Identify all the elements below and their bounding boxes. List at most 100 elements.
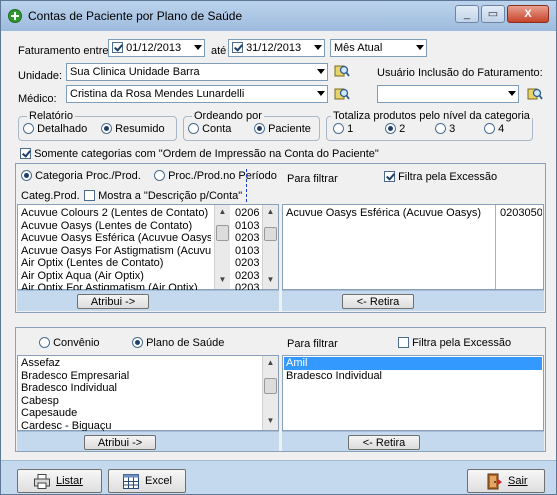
date-end-dropdown-icon[interactable] bbox=[314, 45, 322, 50]
planos-scrollbar[interactable]: ▲ ▼ bbox=[262, 356, 278, 430]
usuario-dropdown-icon[interactable] bbox=[508, 91, 516, 96]
ordenando-paciente-option[interactable]: Paciente bbox=[254, 123, 311, 135]
periodo-mode-radio[interactable] bbox=[154, 170, 165, 181]
categoria-item-code[interactable]: 0206 bbox=[235, 207, 261, 220]
mostra-descricao-label: Mostra a "Descrição p/Conta" bbox=[98, 190, 243, 202]
sair-button[interactable]: Sair bbox=[467, 469, 545, 493]
period-select[interactable]: Mês Atual bbox=[330, 39, 427, 57]
planos-selected-list[interactable]: Amil Bradesco Individual bbox=[282, 355, 544, 431]
date-start-field[interactable]: 01/12/2013 bbox=[108, 39, 205, 57]
retira-plano-button[interactable]: <- Retira bbox=[348, 435, 420, 450]
excel-button[interactable]: Excel bbox=[108, 469, 186, 493]
medico-select[interactable]: Cristina da Rosa Mendes Lunardelli bbox=[66, 85, 328, 103]
categoria-item[interactable]: Acuvue Oasys (Lentes de Contato) bbox=[21, 220, 211, 233]
close-button[interactable]: X bbox=[507, 5, 549, 23]
relatorio-resumido-option[interactable]: Resumido bbox=[101, 123, 165, 135]
filtra-excecao-option[interactable]: Filtra pela Excessão bbox=[384, 171, 497, 183]
maximize-button[interactable]: ▭ bbox=[481, 5, 505, 23]
atribui-plano-button[interactable]: Atribui -> bbox=[84, 435, 156, 450]
plano-item[interactable]: Capesaude bbox=[21, 407, 259, 420]
periodo-mode-option[interactable]: Proc./Prod.no Período bbox=[154, 170, 277, 182]
date-start-checkbox[interactable] bbox=[112, 42, 123, 53]
minimize-button[interactable]: _ bbox=[455, 5, 479, 23]
retira-categoria-button[interactable]: <- Retira bbox=[342, 294, 414, 309]
categoria-item-code[interactable]: 0203 bbox=[235, 257, 261, 270]
planos-scroll-down-icon[interactable]: ▼ bbox=[263, 414, 278, 428]
mostra-descricao-checkbox[interactable] bbox=[84, 190, 95, 201]
codes-scroll-up-icon[interactable]: ▲ bbox=[263, 205, 278, 219]
unidade-select[interactable]: Sua Clinica Unidade Barra bbox=[66, 63, 328, 81]
date-end-checkbox[interactable] bbox=[232, 42, 243, 53]
scroll-up-icon[interactable]: ▲ bbox=[215, 205, 230, 219]
convenio-radio[interactable] bbox=[39, 337, 50, 348]
relatorio-detalhado-option[interactable]: Detalhado bbox=[23, 123, 87, 135]
period-dropdown-icon[interactable] bbox=[416, 45, 424, 50]
categorias-selected-list[interactable]: Acuvue Oasys Esférica (Acuvue Oasys) 0203… bbox=[282, 204, 544, 290]
plano-item[interactable]: Bradesco Individual bbox=[21, 382, 259, 395]
categoria-item[interactable]: Air Optix Aqua (Air Optix) bbox=[21, 270, 211, 283]
categoria-item-code[interactable]: 0103 bbox=[235, 220, 261, 233]
selected-categoria-item[interactable]: Acuvue Oasys Esférica (Acuvue Oasys) bbox=[286, 207, 491, 220]
convenio-option[interactable]: Convênio bbox=[39, 337, 100, 349]
totaliza-2-option[interactable]: 2 bbox=[385, 123, 405, 135]
categoria-mode-option[interactable]: Categoria Proc./Prod. bbox=[21, 170, 141, 182]
scroll-thumb[interactable] bbox=[216, 225, 229, 241]
categoria-item-code[interactable]: 0203 bbox=[235, 270, 261, 283]
convenio-label: Convênio bbox=[53, 337, 100, 349]
categorias-list[interactable]: Acuvue Colours 2 (Lentes de Contato) 0206… bbox=[17, 204, 279, 294]
ordenando-conta-option[interactable]: Conta bbox=[188, 123, 231, 135]
totaliza-2-radio[interactable] bbox=[385, 123, 396, 134]
codes-scroll-down-icon[interactable]: ▼ bbox=[263, 273, 278, 287]
atribui-categoria-button[interactable]: Atribui -> bbox=[77, 294, 149, 309]
listar-button[interactable]: Listar bbox=[17, 469, 102, 493]
categoria-item-code[interactable]: 0203 bbox=[235, 232, 261, 245]
planos-filtra-excecao-option[interactable]: Filtra pela Excessão bbox=[398, 337, 511, 349]
unidade-dropdown-icon[interactable] bbox=[317, 69, 325, 74]
usuario-select[interactable] bbox=[377, 85, 519, 103]
planos-scroll-up-icon[interactable]: ▲ bbox=[263, 356, 278, 370]
categoria-item[interactable]: Acuvue Oasys Esférica (Acuvue Oasys) bbox=[21, 232, 211, 245]
categoria-item[interactable]: Air Optix (Lentes de Contato) bbox=[21, 257, 211, 270]
categoria-item[interactable]: Acuvue Colours 2 (Lentes de Contato) bbox=[21, 207, 211, 220]
totaliza-3-option[interactable]: 3 bbox=[435, 123, 455, 135]
usuario-search-icon[interactable] bbox=[527, 86, 543, 102]
totaliza-1-radio[interactable] bbox=[333, 123, 344, 134]
medico-label: Médico: bbox=[18, 93, 57, 105]
planos-list[interactable]: Assefaz Bradesco Empresarial Bradesco Indi… bbox=[17, 355, 279, 432]
mostra-descricao-option[interactable]: Mostra a "Descrição p/Conta" bbox=[84, 190, 242, 202]
medico-search-icon[interactable] bbox=[334, 86, 350, 102]
plano-item[interactable]: Assefaz bbox=[21, 357, 259, 370]
plano-saude-option[interactable]: Plano de Saúde bbox=[132, 337, 224, 349]
plano-item[interactable]: Cabesp bbox=[21, 395, 259, 408]
totaliza-3-label: 3 bbox=[449, 123, 456, 135]
relatorio-detalhado-radio[interactable] bbox=[23, 123, 34, 134]
totaliza-1-option[interactable]: 1 bbox=[333, 123, 353, 135]
planos-scroll-thumb[interactable] bbox=[264, 378, 277, 394]
relatorio-resumido-radio[interactable] bbox=[101, 123, 112, 134]
medico-dropdown-icon[interactable] bbox=[317, 91, 325, 96]
categoria-item-code[interactable]: 0103 bbox=[235, 245, 261, 258]
totaliza-4-radio[interactable] bbox=[484, 123, 495, 134]
somente-categorias-option[interactable]: Somente categorias com "Ordem de Impress… bbox=[20, 148, 379, 160]
unidade-search-icon[interactable] bbox=[334, 63, 350, 79]
selected-plano-item[interactable]: Bradesco Individual bbox=[284, 370, 542, 383]
scroll-down-icon[interactable]: ▼ bbox=[215, 273, 230, 287]
codes-scrollbar[interactable]: ▲ ▼ bbox=[262, 205, 278, 289]
plano-item[interactable]: Bradesco Empresarial bbox=[21, 370, 259, 383]
categorias-scrollbar[interactable]: ▲ ▼ bbox=[214, 205, 230, 289]
selected-plano-item[interactable]: Amil bbox=[284, 357, 542, 370]
date-start-dropdown-icon[interactable] bbox=[194, 45, 202, 50]
date-end-field[interactable]: 31/12/2013 bbox=[228, 39, 325, 57]
plano-saude-radio[interactable] bbox=[132, 337, 143, 348]
codes-scroll-thumb[interactable] bbox=[264, 227, 277, 241]
ordenando-paciente-radio[interactable] bbox=[254, 123, 265, 134]
categoria-mode-radio[interactable] bbox=[21, 170, 32, 181]
categoria-item[interactable]: Acuvue Oasys For Astigmatism (Acuvue bbox=[21, 245, 211, 258]
somente-categorias-checkbox[interactable] bbox=[20, 148, 31, 159]
ordenando-conta-radio[interactable] bbox=[188, 123, 199, 134]
totaliza-3-radio[interactable] bbox=[435, 123, 446, 134]
totaliza-4-option[interactable]: 4 bbox=[484, 123, 504, 135]
filtra-excecao-checkbox[interactable] bbox=[384, 171, 395, 182]
selected-categoria-code[interactable]: 0203050 bbox=[500, 207, 542, 220]
planos-filtra-excecao-checkbox[interactable] bbox=[398, 337, 409, 348]
